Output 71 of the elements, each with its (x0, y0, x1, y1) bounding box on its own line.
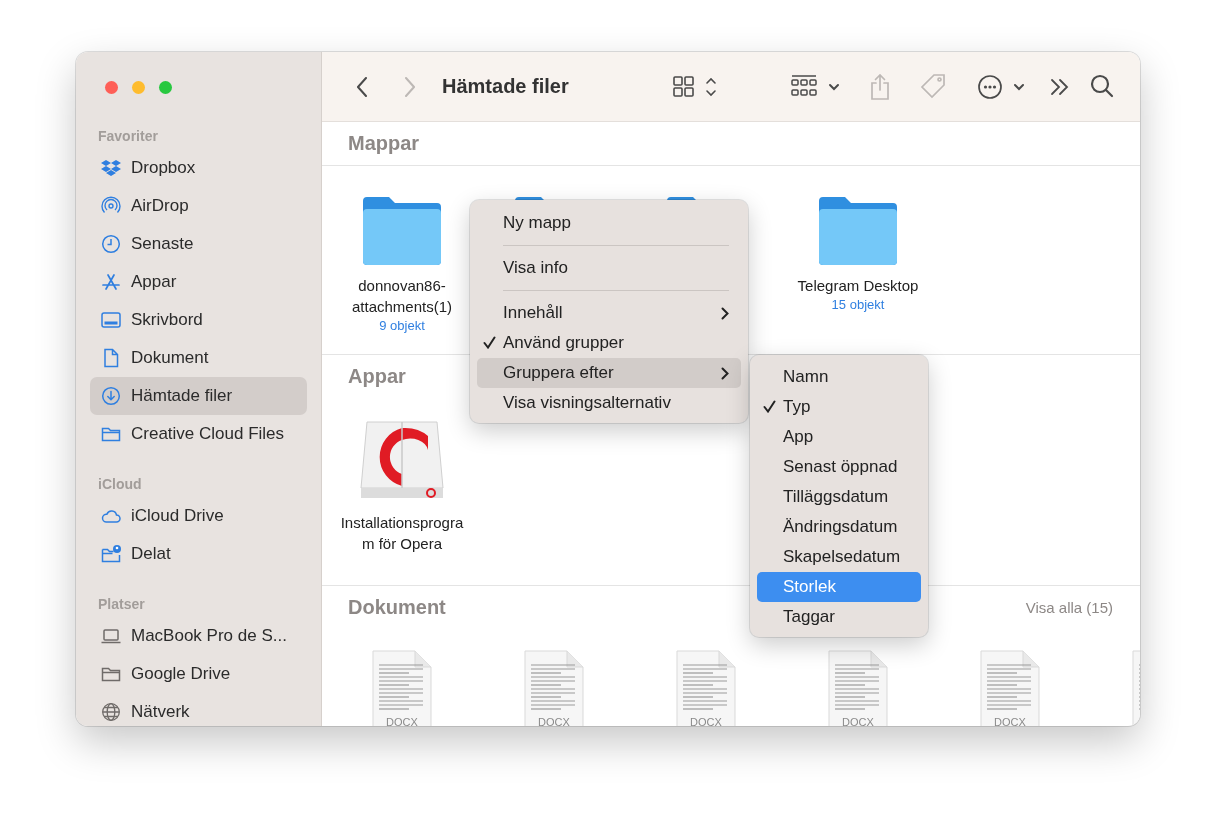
menu-item[interactable]: Innehåll (477, 298, 741, 328)
apps-icon (101, 272, 121, 292)
menu-item[interactable]: Typ (757, 392, 921, 422)
sidebar-item[interactable]: Nätverk (90, 693, 307, 726)
section-heading: Appar (348, 365, 406, 388)
sidebar-label: Appar (131, 272, 177, 292)
folder-icon (361, 195, 443, 267)
file-name: Installationsprogram för Opera (339, 513, 465, 554)
file-name: Telegram Desktop (796, 276, 920, 296)
section-title: Favoriter (97, 127, 159, 146)
file-type-label: DOCX (689, 715, 723, 726)
folder-icon (817, 195, 899, 267)
sidebar-item[interactable]: Senaste (90, 225, 307, 263)
sidebar-label: Skrivbord (131, 310, 203, 330)
sidebar-item[interactable]: Appar (90, 263, 307, 301)
sidebar-label: iCloud Drive (131, 506, 224, 526)
clock-icon (101, 234, 121, 254)
sidebar-label: Creative Cloud Files (131, 424, 285, 444)
sidebar-item[interactable]: Dropbox (90, 149, 307, 187)
sidebar-item[interactable]: Delat (90, 535, 307, 573)
file-type-label: DOCX (385, 715, 419, 726)
document-icon (101, 348, 121, 368)
forward-icon (405, 76, 415, 97)
menu-item[interactable]: Ny mapp (477, 208, 741, 238)
sidebar-item[interactable]: iCloud Drive (90, 497, 307, 535)
sidebar-label: MacBook Pro de S... (131, 626, 287, 646)
sidebar-label: Dropbox (131, 158, 196, 178)
sidebar-label: Dokument (131, 348, 209, 368)
section-title: Platser (97, 595, 146, 614)
back-icon (357, 76, 367, 97)
menu-item[interactable]: Tilläggsdatum (757, 482, 921, 512)
section-title: iCloud (97, 475, 143, 494)
sidebar-label: Hämtade filer (131, 386, 233, 406)
sidebar-label: Google Drive (131, 664, 231, 684)
menu-item[interactable]: Senast öppnad (757, 452, 921, 482)
sidebar-label: AirDrop (131, 196, 189, 216)
menu-item[interactable]: Gruppera efter (477, 358, 741, 388)
sidebar-label: Senaste (131, 234, 194, 254)
section-heading: Mappar (348, 132, 420, 155)
sidebar-item[interactable]: Hämtade filer (90, 377, 307, 415)
laptop-icon (101, 626, 121, 646)
sidebar-item[interactable]: Dokument (90, 339, 307, 377)
sidebar-item[interactable]: Google Drive (90, 655, 307, 693)
sidebar-item[interactable]: Creative Cloud Files (90, 415, 307, 453)
desktop-icon (101, 310, 121, 330)
box-stack-icon (101, 158, 121, 178)
file-type-label: DOCX (537, 715, 571, 726)
menu-item[interactable]: Ändringsdatum (757, 512, 921, 542)
file-name: donnovan86-attachments(1) (350, 276, 453, 317)
menu-item[interactable]: Taggar (757, 602, 921, 632)
file-type-label: DOCX (841, 715, 875, 726)
sidebar-item[interactable]: Skrivbord (90, 301, 307, 339)
shared-folder-icon (101, 544, 121, 564)
file-type-label: DOCX (993, 715, 1027, 726)
menu-item[interactable]: App (757, 422, 921, 452)
menu-item[interactable]: Namn (757, 362, 921, 392)
globe-icon (101, 702, 121, 722)
sidebar-item[interactable]: AirDrop (90, 187, 307, 225)
show-all-link[interactable]: Visa alla (15) (1025, 599, 1113, 616)
menu-item[interactable]: Visa visningsalternativ (477, 388, 741, 418)
sidebar-item[interactable]: MacBook Pro de S... (90, 617, 307, 655)
item-count: 9 objekt (379, 317, 425, 335)
menu-item[interactable]: Visa info (477, 253, 741, 283)
download-icon (101, 386, 121, 406)
menu-item[interactable]: Använd grupper (477, 328, 741, 358)
item-count: 15 objekt (831, 296, 885, 314)
section-heading: Dokument (348, 596, 446, 619)
menu-item[interactable]: Skapelsedatum (757, 542, 921, 572)
window-title: Hämtade filer (442, 75, 569, 98)
sidebar-label: Delat (131, 544, 171, 564)
sidebar-label: Nätverk (131, 702, 190, 722)
